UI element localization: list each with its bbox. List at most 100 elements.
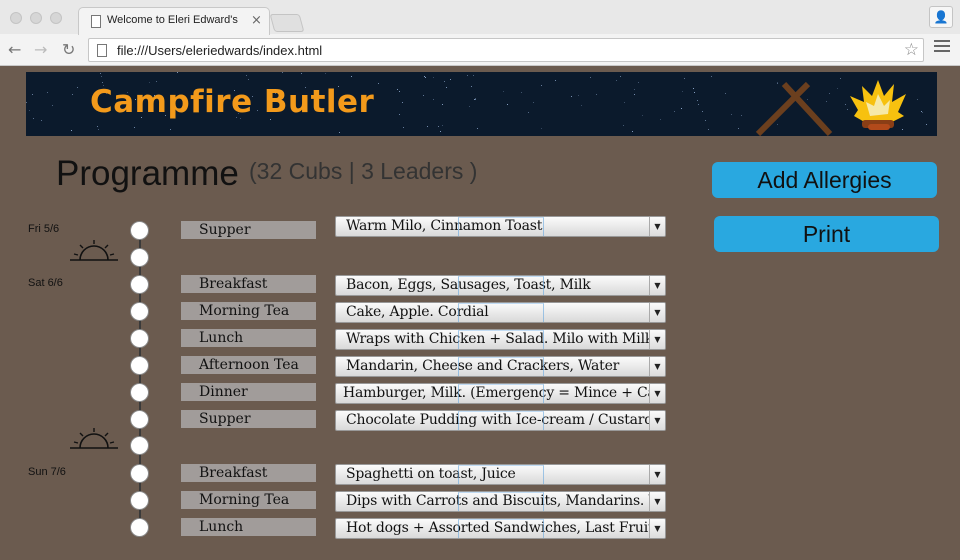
meal-select[interactable]: Cake, Apple. Cordial ▼ bbox=[335, 302, 666, 323]
timeline-node[interactable] bbox=[130, 436, 149, 455]
meal-label: Lunch bbox=[181, 518, 316, 536]
star-dot bbox=[596, 94, 597, 95]
star-dot bbox=[528, 112, 529, 113]
meal-select[interactable]: Warm Milo, Cinnamon Toast ▼ bbox=[335, 216, 666, 237]
star-dot bbox=[507, 104, 508, 105]
meal-select-value: Spaghetti on toast, Juice bbox=[346, 466, 516, 482]
star-dot bbox=[634, 94, 635, 95]
meal-select[interactable]: Hamburger, Milk. (Emergency = Mince + Ca… bbox=[335, 383, 666, 404]
meal-select-value: Wraps with Chicken + Salad. Milo with Mi… bbox=[346, 331, 651, 347]
star-dot bbox=[442, 104, 443, 105]
star-dot bbox=[446, 87, 447, 88]
timeline-node[interactable] bbox=[130, 329, 149, 348]
dropdown-arrow-icon[interactable]: ▼ bbox=[649, 411, 665, 430]
meal-select-value: Bacon, Eggs, Sausages, Toast, Milk bbox=[346, 277, 591, 293]
zoom-window-button[interactable] bbox=[50, 12, 62, 24]
star-dot bbox=[917, 99, 918, 100]
meal-select[interactable]: Hot dogs + Assorted Sandwiches, Last Fru… bbox=[335, 518, 666, 539]
timeline-node[interactable] bbox=[130, 248, 149, 267]
star-dot bbox=[693, 88, 694, 89]
meal-select[interactable]: Chocolate Pudding with Ice-cream / Custa… bbox=[335, 410, 666, 431]
star-dot bbox=[399, 114, 400, 115]
star-dot bbox=[837, 88, 838, 89]
timeline-node[interactable] bbox=[130, 518, 149, 537]
meal-select[interactable]: Mandarin, Cheese and Crackers, Water ▼ bbox=[335, 356, 666, 377]
star-dot bbox=[708, 129, 709, 130]
meal-label: Breakfast bbox=[181, 464, 316, 482]
dropdown-arrow-icon[interactable]: ▼ bbox=[649, 357, 665, 376]
star-dot bbox=[845, 104, 846, 105]
meal-label: Morning Tea bbox=[181, 491, 316, 509]
timeline-node[interactable] bbox=[130, 275, 149, 294]
menu-icon[interactable] bbox=[934, 40, 950, 54]
star-dot bbox=[32, 94, 33, 95]
dropdown-arrow-icon[interactable]: ▼ bbox=[649, 303, 665, 322]
star-dot bbox=[475, 99, 476, 100]
reload-icon[interactable]: ↻ bbox=[62, 40, 75, 59]
tab-strip: Welcome to Eleri Edward's × 👤 bbox=[0, 0, 960, 35]
star-dot bbox=[471, 86, 472, 87]
star-dot bbox=[427, 126, 428, 127]
timeline-node[interactable] bbox=[130, 464, 149, 483]
timeline-node[interactable] bbox=[130, 221, 149, 240]
star-dot bbox=[590, 77, 591, 78]
star-dot bbox=[694, 92, 695, 93]
print-button[interactable]: Print bbox=[714, 216, 939, 252]
dropdown-arrow-icon[interactable]: ▼ bbox=[649, 217, 665, 236]
dropdown-arrow-icon[interactable]: ▼ bbox=[649, 384, 665, 403]
timeline-node[interactable] bbox=[130, 356, 149, 375]
browser-tab[interactable]: Welcome to Eleri Edward's × bbox=[78, 7, 270, 35]
profile-icon[interactable]: 👤 bbox=[929, 6, 953, 28]
star-dot bbox=[541, 85, 542, 86]
banner: Campfire Butler bbox=[26, 72, 937, 136]
meal-label: Breakfast bbox=[181, 275, 316, 293]
add-allergies-button[interactable]: Add Allergies bbox=[712, 162, 937, 198]
star-dot bbox=[634, 89, 635, 90]
timeline-node[interactable] bbox=[130, 410, 149, 429]
tab-close-icon[interactable]: × bbox=[251, 13, 262, 28]
address-bar[interactable]: file:///Users/eleriedwards/index.html ☆ bbox=[88, 38, 924, 62]
dropdown-arrow-icon[interactable]: ▼ bbox=[649, 330, 665, 349]
meal-select[interactable]: Dips with Carrots and Biscuits, Mandarin… bbox=[335, 491, 666, 512]
close-window-button[interactable] bbox=[10, 12, 22, 24]
new-tab-button[interactable] bbox=[269, 14, 305, 32]
meal-select-value: Chocolate Pudding with Ice-cream / Custa… bbox=[346, 412, 651, 428]
star-dot bbox=[52, 105, 53, 106]
dropdown-arrow-icon[interactable]: ▼ bbox=[649, 519, 665, 538]
star-dot bbox=[29, 110, 30, 111]
meal-select-value: Hot dogs + Assorted Sandwiches, Last Fru… bbox=[346, 520, 651, 536]
star-dot bbox=[741, 115, 742, 116]
minimize-window-button[interactable] bbox=[30, 12, 42, 24]
meal-select[interactable]: Spaghetti on toast, Juice ▼ bbox=[335, 464, 666, 485]
timeline-node[interactable] bbox=[130, 383, 149, 402]
dropdown-arrow-icon[interactable]: ▼ bbox=[649, 276, 665, 295]
star-dot bbox=[697, 100, 698, 101]
star-dot bbox=[33, 118, 34, 119]
star-dot bbox=[98, 129, 99, 130]
meal-label: Supper bbox=[181, 410, 316, 428]
url-text[interactable]: file:///Users/eleriedwards/index.html bbox=[117, 43, 322, 58]
meal-select[interactable]: Wraps with Chicken + Salad. Milo with Mi… bbox=[335, 329, 666, 350]
bookmark-star-icon[interactable]: ☆ bbox=[904, 40, 919, 60]
dropdown-arrow-icon[interactable]: ▼ bbox=[649, 492, 665, 511]
star-dot bbox=[521, 92, 522, 93]
star-dot bbox=[632, 131, 633, 132]
star-dot bbox=[351, 76, 352, 77]
meal-select[interactable]: Bacon, Eggs, Sausages, Toast, Milk ▼ bbox=[335, 275, 666, 296]
file-icon bbox=[97, 44, 107, 57]
timeline-node[interactable] bbox=[130, 491, 149, 510]
banner-title: Campfire Butler bbox=[90, 84, 375, 120]
star-dot bbox=[397, 89, 398, 90]
forward-icon[interactable]: → bbox=[34, 40, 47, 59]
star-dot bbox=[533, 102, 534, 103]
meal-label: Afternoon Tea bbox=[181, 356, 316, 374]
star-dot bbox=[102, 82, 103, 83]
star-dot bbox=[424, 76, 425, 77]
star-dot bbox=[149, 82, 150, 83]
back-icon[interactable]: ← bbox=[8, 40, 21, 59]
meal-select-value: Warm Milo, Cinnamon Toast bbox=[346, 218, 543, 234]
star-dot bbox=[684, 78, 685, 79]
dropdown-arrow-icon[interactable]: ▼ bbox=[649, 465, 665, 484]
star-dot bbox=[444, 81, 445, 82]
timeline-node[interactable] bbox=[130, 302, 149, 321]
